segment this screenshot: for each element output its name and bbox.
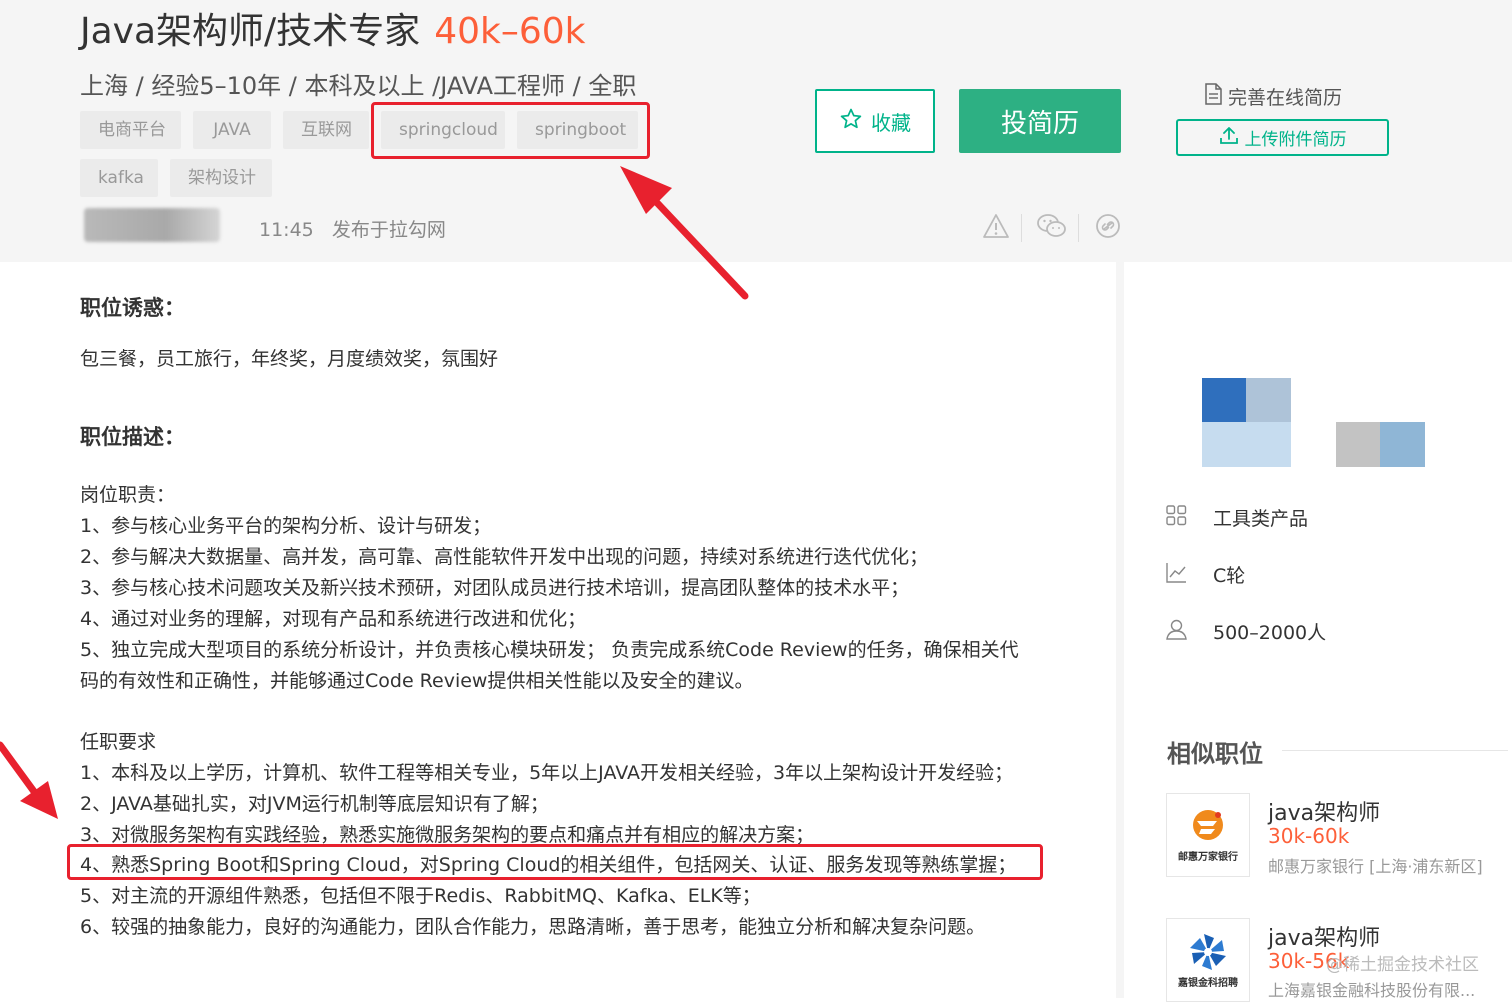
requirement-item: 1、本科及以上学历，计算机、软件工程等相关专业，5年以上JAVA开发相关经验，3… [80,762,1014,784]
requirement-item: 2、JAVA基础扎实，对JVM运行机制等底层知识有了解； [80,793,549,815]
duties-title: 岗位职责： [80,484,176,506]
divider [1021,214,1022,242]
tag-kafka[interactable]: kafka [80,159,158,197]
duty-item: 4、通过对业务的理解，对现有产品和系统进行改进和优化； [80,608,587,630]
duty-item: 5、独立完成大型项目的系统分析设计，并负责核心模块研发； 负责完成系统Code … [80,639,1019,661]
bank-logo-icon [1193,809,1223,840]
tag-java[interactable]: JAVA [193,111,271,149]
company-industry-label: 工具类产品 [1213,508,1309,530]
annotation-box-tags [371,102,650,159]
warning-icon[interactable] [982,212,1010,244]
job-salary: 40k–60k [434,11,586,52]
similar-job-logo[interactable]: 嘉银金科招聘 [1166,918,1250,1002]
similar-job-company[interactable]: 上海嘉银金融科技股份有限... [1268,977,1475,1001]
company-logo [1380,422,1425,467]
annotation-arrow-tags [620,166,749,300]
star-icon [839,107,863,136]
pinwheel-logo-icon [1190,933,1226,970]
duty-item: 1、参与核心业务平台的架构分析、设计与研发； [80,515,492,537]
similar-job-logo-text: 嘉银金科招聘 [1178,977,1238,989]
perks-title: 职位诱惑： [80,296,185,320]
divider [1078,214,1079,242]
divider [1282,750,1508,751]
requirements-title: 任职要求 [80,731,157,753]
upload-resume-button[interactable]: 上传附件简历 [1176,119,1389,156]
perfect-resume-link[interactable]: 完善在线简历 [1204,83,1342,110]
user-icon [1166,619,1187,645]
collect-button[interactable]: 收藏 [815,89,935,153]
requirement-item: 3、对微服务架构有实践经验，熟悉实施微服务架构的要点和痛点并有相应的解决方案； [80,824,815,846]
tag-ecommerce[interactable]: 电商平台 [80,111,181,149]
publish-source: 发布于拉勾网 [331,219,446,241]
collect-label: 收藏 [871,110,911,135]
perfect-resume-label: 完善在线简历 [1228,87,1343,109]
watermark: @稀土掘金技术社区 [1326,955,1479,975]
company-stage: C轮 [1166,561,1245,588]
company-size-label: 500–2000人 [1213,622,1327,644]
company-logo [1202,378,1246,422]
apply-button[interactable]: 投简历 [959,89,1121,153]
similar-job-logo-text: 邮惠万家银行 [1178,851,1238,863]
requirement-item: 6、较强的抽象能力，良好的沟通能力，团队合作能力，思路清晰，善于思考，能独立分析… [80,916,986,938]
tag-internet[interactable]: 互联网 [283,111,369,149]
duty-item: 码的有效性和正确性，并能够通过Code Review提供相关性能以及安全的建议。 [80,670,754,692]
column-divider [1116,262,1124,998]
grid-icon [1166,504,1187,531]
tag-architecture[interactable]: 架构设计 [170,159,272,197]
document-icon [1204,83,1222,110]
wechat-icon[interactable] [1036,212,1068,244]
job-title-row: Java架构师/技术专家 40k–60k [80,2,586,54]
similar-jobs-title: 相似职位 [1167,740,1263,768]
avatar [84,208,220,242]
job-title: Java架构师/技术专家 [80,11,421,52]
company-logo [1202,422,1291,467]
duty-item: 2、参与解决大数据量、高并发，高可靠、高性能软件开发中出现的问题，持续对系统进行… [80,546,929,568]
job-meta: 上海 / 经验5–10年 / 本科及以上 /JAVA工程师 / 全职 [80,72,637,100]
description-title: 职位描述： [80,425,185,449]
similar-job-logo[interactable]: 邮惠万家银行 [1166,793,1250,877]
similar-job-title[interactable]: java架构师 [1268,795,1380,827]
company-industry: 工具类产品 [1166,504,1308,531]
company-size: 500–2000人 [1166,618,1326,645]
perks-text: 包三餐，员工旅行，年终奖，月度绩效奖，氛围好 [80,348,499,370]
similar-job-title[interactable]: java架构师 [1268,920,1380,952]
link-icon[interactable] [1094,212,1122,244]
chart-icon [1166,562,1187,588]
requirement-item: 5、对主流的开源组件熟悉，包括但不限于Redis、RabbitMQ、Kafka、… [80,885,761,907]
company-stage-label: C轮 [1213,565,1246,587]
similar-job-salary: 30k-60k [1268,824,1350,848]
publish-info: 11:45 发布于拉勾网 [259,215,446,242]
upload-icon [1219,125,1239,150]
publish-time: 11:45 [259,219,314,241]
annotation-arrow-requirement [0,741,58,819]
upload-label: 上传附件简历 [1244,130,1347,150]
similar-job-company[interactable]: 邮惠万家银行 [上海·浦东新区] [1268,853,1483,877]
company-logo [1336,422,1380,467]
annotation-box-requirement [67,844,1043,880]
company-logo [1246,378,1291,422]
duty-item: 3、参与核心技术问题攻关及新兴技术预研，对团队成员进行技术培训，提高团队整体的技… [80,577,910,599]
